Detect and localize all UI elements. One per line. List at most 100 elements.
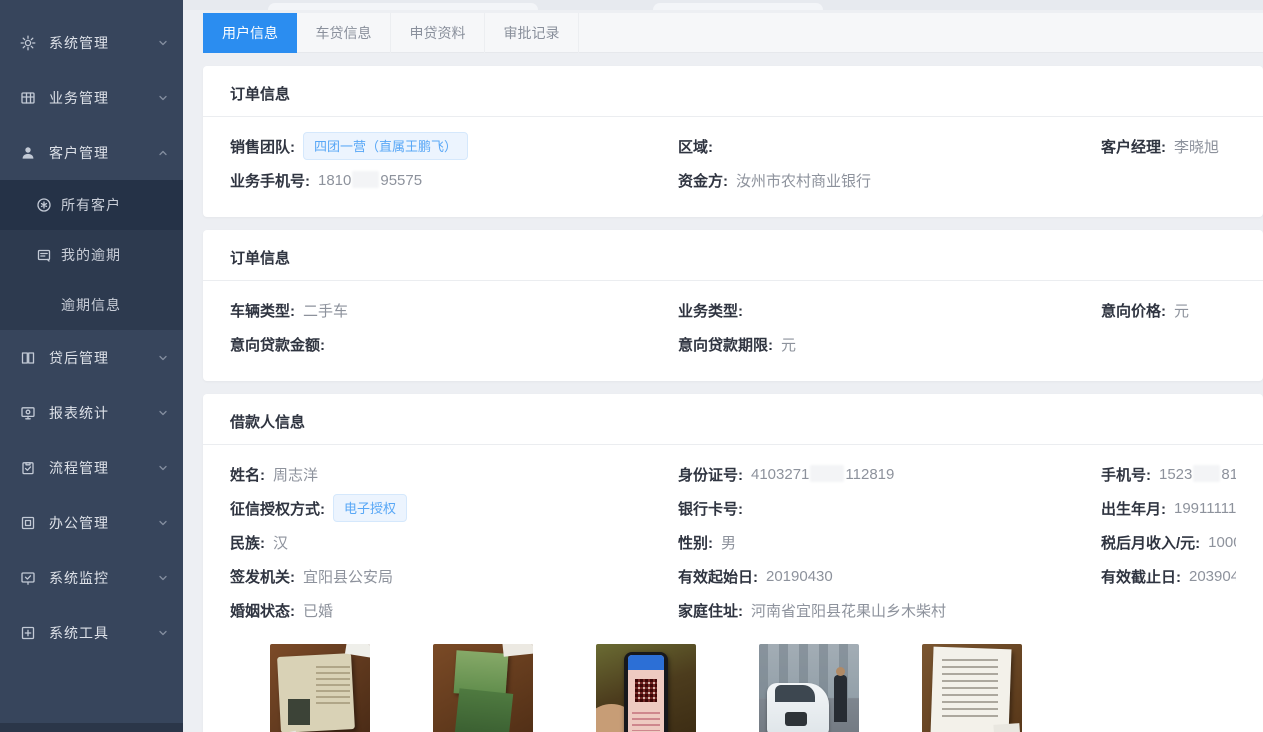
tab-user-info[interactable]: 用户信息: [203, 13, 297, 53]
tab-loan-application-docs[interactable]: 申贷资料: [391, 13, 485, 53]
office-icon: [20, 515, 36, 531]
e-authorization-tag[interactable]: 电子授权: [333, 494, 407, 522]
tab-approval-records[interactable]: 审批记录: [485, 13, 579, 53]
chevron-down-icon: [157, 462, 169, 474]
person-car-photo[interactable]: [759, 644, 859, 732]
sidebar-item-label: 业务管理: [49, 88, 157, 108]
field-value: 已婚: [303, 600, 333, 621]
field-intended-loan-amount: 意向贷款金额:: [230, 327, 678, 361]
sidebar-item-system-tools[interactable]: 系统工具: [0, 605, 183, 660]
top-scroll-remnant: [183, 0, 1263, 10]
field-issuing-authority: 签发机关: 宜阳县公安局: [230, 559, 678, 593]
field-home-address: 家庭住址: 河南省宜阳县花果山乡木柴村: [678, 593, 1101, 627]
field-ethnicity: 民族: 汉: [230, 525, 678, 559]
field-value: 4103271112819: [751, 465, 894, 483]
sidebar-item-label: 报表统计: [49, 403, 157, 423]
sidebar-item-label: 我的逾期: [61, 245, 169, 265]
field-value: 20190430: [766, 568, 833, 585]
sidebar-item-workflow-management[interactable]: 流程管理: [0, 440, 183, 495]
field-business-phone: 业务手机号: 181095575: [230, 163, 678, 197]
field-id-number: 身份证号: 4103271112819: [678, 457, 1101, 491]
field-value: 汝州市农村商业银行: [736, 170, 871, 191]
main-content: 用户信息 车贷信息 申贷资料 审批记录 订单信息 销售团队: 四团一营（直属王鹏…: [183, 0, 1263, 732]
field-label: 车辆类型:: [230, 300, 295, 321]
field-value: 181095575: [318, 171, 422, 189]
field-label: 税后月收入/元:: [1101, 532, 1200, 553]
field-bank-card: 银行卡号:: [678, 491, 1101, 525]
order-info-card-1: 订单信息 销售团队: 四团一营（直属王鹏飞） 区域: 客户经理:: [203, 66, 1263, 217]
green-booklet-photo[interactable]: [433, 644, 533, 732]
sidebar-item-report-statistics[interactable]: 报表统计: [0, 385, 183, 440]
top-chip: [268, 3, 538, 10]
sidebar-item-label: 逾期信息: [61, 295, 169, 315]
sidebar-item-customer-management[interactable]: 客户管理: [0, 125, 183, 180]
handwritten-doc-photo[interactable]: [922, 644, 1022, 732]
sidebar-item-label: 系统工具: [49, 623, 157, 643]
field-value: 男: [721, 532, 736, 553]
field-monthly-income: 税后月收入/元: 10000: [1101, 525, 1236, 559]
field-value: 周志洋: [273, 464, 318, 485]
sidebar-item-business-management[interactable]: 业务管理: [0, 70, 183, 125]
post-loan-icon: [20, 350, 36, 366]
sidebar-item-label: 贷后管理: [49, 348, 157, 368]
borrower-info-card: 借款人信息 姓名: 周志洋 身份证号: 4103271112819 手机号:: [203, 394, 1263, 732]
field-funding-party: 资金方: 汝州市农村商业银行: [678, 163, 1101, 197]
sidebar-item-system-monitor[interactable]: 系统监控: [0, 550, 183, 605]
sidebar-item-system-management[interactable]: 系统管理: [0, 15, 183, 70]
field-value: 15238137: [1159, 465, 1236, 483]
sidebar: 系统管理 业务管理 客户管理 所有客户: [0, 0, 183, 732]
all-customers-icon: [36, 197, 52, 213]
field-intended-price: 意向价格: 元: [1101, 293, 1236, 327]
sidebar-submenu-customer: 所有客户 我的逾期 逾期信息: [0, 180, 183, 330]
redaction-blur: [1193, 465, 1220, 482]
chevron-down-icon: [157, 352, 169, 364]
monitor-icon: [20, 570, 36, 586]
field-sales-team: 销售团队: 四团一营（直属王鹏飞）: [230, 129, 678, 163]
tools-icon: [20, 625, 36, 641]
redaction-blur: [810, 465, 844, 482]
field-label: 区域:: [678, 136, 713, 157]
chevron-down-icon: [157, 92, 169, 104]
sidebar-item-label: 系统监控: [49, 568, 157, 588]
sidebar-item-office-management[interactable]: 办公管理: [0, 495, 183, 550]
sidebar-item-label: 所有客户: [61, 195, 169, 215]
field-label: 有效截止日:: [1101, 566, 1181, 587]
tab-car-loan-info[interactable]: 车贷信息: [297, 13, 391, 53]
phone-authorization-photo[interactable]: [596, 644, 696, 732]
my-overdue-icon: [36, 247, 52, 263]
order-info-card-2: 订单信息 车辆类型: 二手车 业务类型: 意向价格: 元: [203, 230, 1263, 381]
field-label: 民族:: [230, 532, 265, 553]
field-label: 性别:: [678, 532, 713, 553]
field-mobile-phone: 手机号: 15238137: [1101, 457, 1236, 491]
field-valid-from: 有效起始日: 20190430: [678, 559, 1101, 593]
sidebar-item-my-overdue[interactable]: 我的逾期: [0, 230, 183, 280]
chevron-down-icon: [157, 572, 169, 584]
field-value: 二手车: [303, 300, 348, 321]
report-icon: [20, 405, 36, 421]
field-value: 10000: [1208, 534, 1236, 551]
field-region: 区域:: [678, 129, 1101, 163]
field-label: 意向贷款金额:: [230, 334, 325, 355]
field-value: 20390430: [1189, 568, 1236, 585]
field-intended-loan-term: 意向贷款期限: 元: [678, 327, 1101, 361]
sidebar-item-all-customers[interactable]: 所有客户: [0, 180, 183, 230]
sidebar-item-post-loan-management[interactable]: 贷后管理: [0, 330, 183, 385]
sales-team-tag[interactable]: 四团一营（直属王鹏飞）: [303, 132, 468, 160]
field-label: 业务类型:: [678, 300, 743, 321]
photo-item: 身份证: [270, 644, 370, 732]
app-window: 系统管理 业务管理 客户管理 所有客户: [0, 0, 1263, 732]
sidebar-item-label: 流程管理: [49, 458, 157, 478]
field-valid-until: 有效截止日: 20390430: [1101, 559, 1236, 593]
sidebar-item-overdue-info[interactable]: 逾期信息: [0, 280, 183, 330]
id-card-photo[interactable]: [270, 644, 370, 732]
photo-item: 村委证明: [922, 644, 1022, 732]
chevron-down-icon: [157, 627, 169, 639]
field-label: 业务手机号:: [230, 170, 310, 191]
workflow-icon: [20, 460, 36, 476]
card-title: 借款人信息: [203, 394, 1263, 445]
field-marital-status: 婚姻状态: 已婚: [230, 593, 678, 627]
sidebar-item-label: 客户管理: [49, 143, 157, 163]
gear-icon: [20, 35, 36, 51]
field-business-type: 业务类型:: [678, 293, 1101, 327]
field-label: 家庭住址:: [678, 600, 743, 621]
